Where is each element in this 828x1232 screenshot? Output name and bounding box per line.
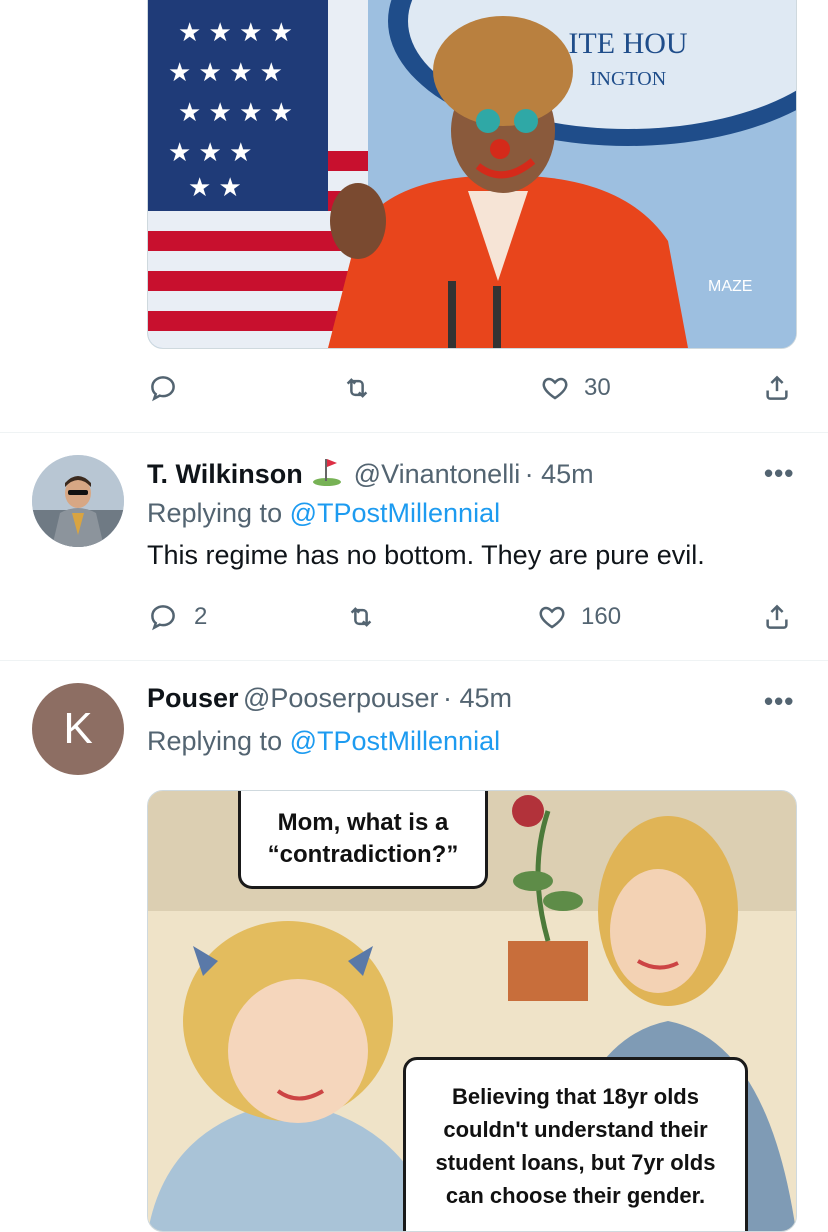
press-briefing-illustration: ITE HOU INGTON ★ ★ ★ ★ ★ ★ ★ ★ ★ ★ ★ ★ ★…	[148, 0, 796, 348]
svg-text:★ ★ ★ ★: ★ ★ ★ ★	[178, 17, 293, 47]
like-icon	[539, 606, 565, 629]
svg-text:★ ★ ★: ★ ★ ★	[168, 137, 252, 167]
retweet-button[interactable]	[346, 602, 376, 632]
like-button[interactable]: 30	[540, 373, 611, 403]
more-icon[interactable]: •••	[764, 686, 794, 717]
like-count: 30	[584, 374, 611, 401]
retweet-icon	[346, 378, 368, 398]
user-name[interactable]: Pouser	[147, 683, 239, 713]
tweet-header: T. Wilkinson @Vinantonelli · 45m	[147, 455, 594, 492]
reply-button[interactable]: 2	[148, 602, 207, 632]
golf-flag-icon	[311, 455, 343, 492]
reply-icon	[151, 376, 175, 402]
tweet3-media-image[interactable]: Mom, what is a “contradiction?” Believin…	[147, 790, 797, 1232]
avatar-photo	[32, 455, 124, 547]
image-watermark: MAZE	[708, 278, 752, 295]
tweet-divider	[0, 660, 828, 661]
replying-to-label: Replying to	[147, 498, 283, 528]
avatar[interactable]: K	[32, 683, 124, 775]
share-button[interactable]	[762, 602, 792, 632]
tweet1-media-image[interactable]: ITE HOU INGTON ★ ★ ★ ★ ★ ★ ★ ★ ★ ★ ★ ★ ★…	[147, 0, 797, 349]
bubble-line: Believing that 18yr olds	[452, 1084, 699, 1109]
reply-icon	[151, 605, 175, 631]
bubble-line: student loans, but 7yr olds	[435, 1150, 716, 1175]
reply-to-handle[interactable]: @TPostMillennial	[290, 498, 500, 528]
meme-speech-bubble-question: Mom, what is a “contradiction?”	[238, 791, 488, 889]
share-button[interactable]	[762, 373, 792, 403]
avatar[interactable]	[32, 455, 124, 547]
seal-text-1: ITE HOU	[568, 27, 687, 60]
avatar-letter: K	[63, 704, 93, 753]
svg-text:★ ★ ★ ★: ★ ★ ★ ★	[168, 57, 283, 87]
bubble-line: can choose their gender.	[445, 1183, 706, 1208]
replying-to-label: Replying to	[147, 726, 283, 756]
svg-text:★ ★: ★ ★	[188, 172, 242, 202]
bubble-line: Mom, what is a	[277, 809, 449, 836]
bubble-line: “contradiction?”	[267, 841, 459, 868]
seal-text-2: INGTON	[590, 68, 666, 90]
like-button[interactable]: 160	[537, 602, 621, 632]
user-handle[interactable]: @Vinantonelli	[354, 459, 521, 489]
user-name[interactable]: T. Wilkinson	[147, 459, 303, 489]
retweet-button[interactable]	[342, 373, 372, 403]
reply-to-handle[interactable]: @TPostMillennial	[290, 726, 500, 756]
retweet-icon	[350, 607, 372, 627]
reply-count: 2	[194, 603, 208, 630]
bubble-line: couldn't understand their	[443, 1117, 708, 1142]
like-icon	[542, 377, 568, 400]
reply-context: Replying to @TPostMillennial	[147, 726, 500, 757]
meme-speech-bubble-answer: Believing that 18yr olds couldn't unders…	[403, 1057, 748, 1231]
reply-button[interactable]	[148, 373, 178, 403]
more-icon[interactable]: •••	[764, 458, 794, 489]
tweet-text: This regime has no bottom. They are pure…	[147, 540, 705, 570]
tweet-header: Pouser @Pooserpouser · 45m	[147, 683, 512, 714]
share-icon	[766, 375, 788, 400]
tweet-time[interactable]: · 45m	[525, 459, 594, 489]
tweet-divider	[0, 432, 828, 433]
reply-context: Replying to @TPostMillennial	[147, 498, 500, 529]
svg-text:★ ★ ★ ★: ★ ★ ★ ★	[178, 97, 293, 127]
user-handle[interactable]: @Pooserpouser	[243, 683, 439, 713]
like-count: 160	[581, 603, 622, 630]
share-icon	[766, 604, 788, 629]
tweet-time[interactable]: · 45m	[443, 683, 512, 713]
